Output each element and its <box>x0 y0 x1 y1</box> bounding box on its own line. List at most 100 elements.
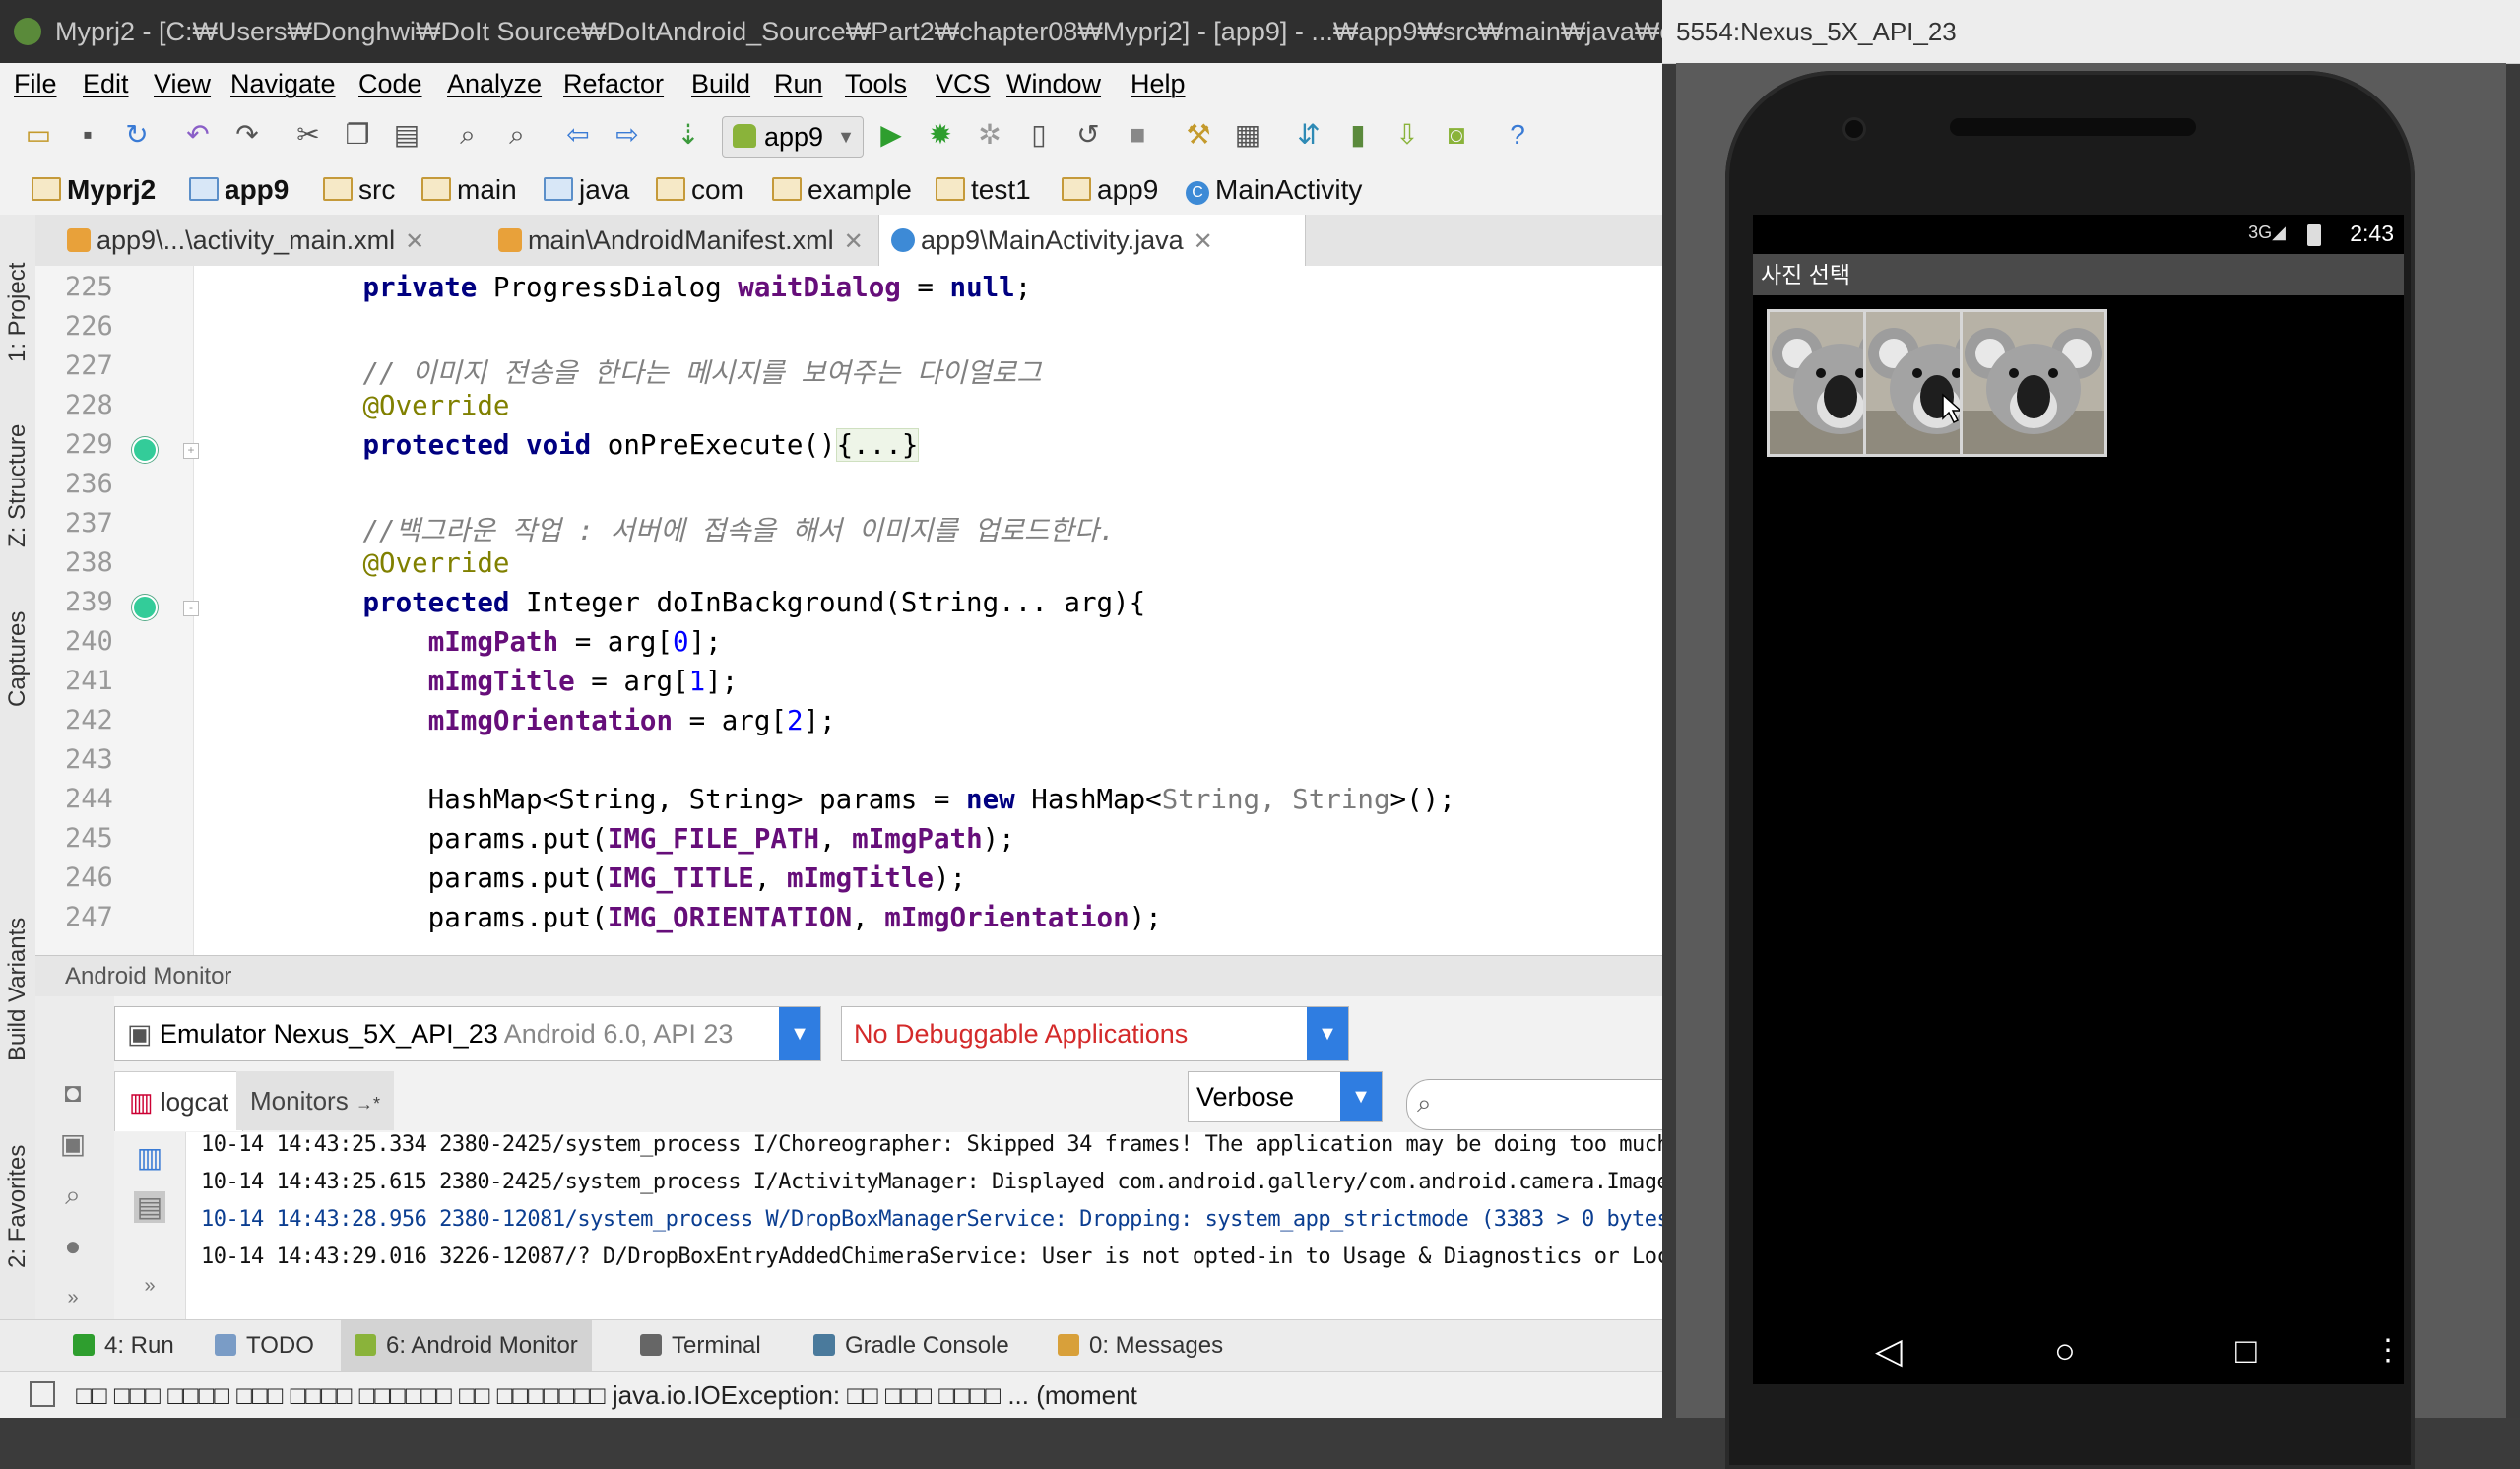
recents-icon[interactable]: □ <box>2235 1331 2257 1371</box>
avd-manager-icon[interactable]: ▮ <box>1341 118 1375 152</box>
terminate-app-icon[interactable]: ● <box>57 1231 89 1262</box>
menu-help[interactable]: Help <box>1131 69 1186 99</box>
breadcrumb-com[interactable]: com <box>656 174 743 206</box>
close-icon[interactable]: ✕ <box>1194 228 1213 255</box>
breadcrumb-src[interactable]: src <box>323 174 395 206</box>
apply-changes-icon[interactable]: ↺ <box>1071 118 1105 152</box>
open-folder-icon[interactable]: ▭ <box>22 118 55 152</box>
make-project-icon[interactable]: ⇣ <box>672 118 705 152</box>
sync-icon[interactable]: ↻ <box>120 118 154 152</box>
breadcrumb-class[interactable]: C MainActivity <box>1186 174 1362 206</box>
tool-windows-icon[interactable] <box>30 1381 55 1407</box>
emulator-window: 5554:Nexus_5X_API_23 3G◢ 2:43 사진 선택 ◁ ○ … <box>1662 0 2520 1469</box>
screen-record-icon[interactable]: ▣ <box>57 1128 89 1160</box>
breadcrumb-app9[interactable]: app9 <box>1062 174 1158 206</box>
breadcrumb-test1[interactable]: test1 <box>936 174 1031 206</box>
code-line: @Override <box>362 390 510 421</box>
breadcrumb-java[interactable]: java <box>544 174 629 206</box>
breadcrumb-example[interactable]: example <box>772 174 912 206</box>
copy-icon[interactable]: ❐ <box>341 118 374 152</box>
close-icon[interactable]: ✕ <box>405 228 424 255</box>
menu-build[interactable]: Build <box>691 69 750 99</box>
save-icon[interactable]: ▪ <box>71 118 104 152</box>
gradle-sync-icon[interactable]: ⇵ <box>1292 118 1325 152</box>
menu-tools[interactable]: Tools <box>845 69 907 99</box>
gradle-console-tool-button[interactable]: Gradle Console <box>800 1320 1023 1372</box>
code-line: params.put(IMG_FILE_PATH, mImgPath); <box>232 823 1015 855</box>
code-line: private ProgressDialog waitDialog = null… <box>362 272 1032 303</box>
back-icon[interactable]: ◁ <box>1875 1331 1903 1371</box>
sdk-manager-icon[interactable]: ⇩ <box>1390 118 1424 152</box>
koala-thumbnail[interactable] <box>1960 309 2107 457</box>
menu-run[interactable]: Run <box>774 69 823 99</box>
tab-android-manifest[interactable]: main\AndroidManifest.xml ✕ <box>486 215 941 266</box>
tab-main-activity-java[interactable]: app9\MainActivity.java ✕ <box>878 215 1306 266</box>
run-tool-button[interactable]: 4: Run <box>59 1320 188 1372</box>
cut-icon[interactable]: ✂ <box>291 118 325 152</box>
override-marker-icon[interactable] <box>132 595 158 620</box>
app-process-select[interactable]: No Debuggable Applications ▼ <box>841 1006 1349 1061</box>
breadcrumb-module[interactable]: app9 <box>189 174 289 206</box>
tab-logcat[interactable]: ▥ logcat <box>114 1071 244 1131</box>
forward-icon[interactable]: ⇨ <box>611 118 644 152</box>
menu-edit[interactable]: Edit <box>83 69 129 99</box>
todo-tool-button[interactable]: TODO <box>201 1320 328 1372</box>
attach-debugger-icon[interactable]: ✲ <box>973 118 1006 152</box>
log-level-select[interactable]: Verbose ▼ <box>1188 1071 1383 1122</box>
device-select[interactable]: ▣ Emulator Nexus_5X_API_23 Android 6.0, … <box>114 1006 821 1061</box>
menu-window[interactable]: Window <box>1006 69 1101 99</box>
menu-file[interactable]: File <box>14 69 57 99</box>
overflow-menu-icon[interactable]: ⋮ <box>2373 1331 2403 1371</box>
menu-analyze[interactable]: Analyze <box>447 69 542 99</box>
project-structure-icon[interactable]: ⚒ <box>1182 118 1215 152</box>
tab-monitors[interactable]: Monitors →* <box>236 1071 394 1130</box>
menu-code[interactable]: Code <box>358 69 422 99</box>
logcat-search-input[interactable]: ⌕ <box>1406 1079 1662 1130</box>
home-icon[interactable]: ○ <box>2054 1331 2076 1371</box>
run-icon[interactable]: ▶ <box>874 118 908 152</box>
stop-icon[interactable]: ■ <box>1121 118 1154 152</box>
project-tool-tab[interactable]: 1: Project <box>4 263 32 362</box>
breadcrumb-project[interactable]: Myprj2 <box>32 174 156 206</box>
android-monitor-tool-button[interactable]: 6: Android Monitor <box>341 1320 592 1372</box>
breadcrumb-main[interactable]: main <box>421 174 517 206</box>
menu-view[interactable]: View <box>154 69 211 99</box>
close-icon[interactable]: ✕ <box>844 228 864 255</box>
back-icon[interactable]: ⇦ <box>561 118 595 152</box>
find-icon[interactable]: ⌕ <box>451 118 485 152</box>
override-marker-icon[interactable] <box>132 437 158 463</box>
android-device-monitor-icon[interactable]: ◙ <box>1440 118 1473 152</box>
paste-icon[interactable]: ▤ <box>390 118 423 152</box>
phone-screen[interactable]: 3G◢ 2:43 사진 선택 ◁ ○ □ ⋮ <box>1753 215 2404 1384</box>
messages-tool-button[interactable]: 0: Messages <box>1044 1320 1237 1372</box>
menu-navigate[interactable]: Navigate <box>230 69 336 99</box>
fold-collapse-icon[interactable]: - <box>183 601 199 616</box>
more-icon[interactable]: » <box>134 1270 165 1302</box>
debug-icon[interactable]: ✹ <box>924 118 957 152</box>
profile-icon[interactable]: ▯ <box>1022 118 1056 152</box>
clear-log-icon[interactable]: ▥ <box>134 1142 165 1174</box>
tab-activity-main-xml[interactable]: app9\...\activity_main.xml ✕ <box>55 215 510 266</box>
layout-editor-icon[interactable]: ▦ <box>1231 118 1264 152</box>
structure-tool-tab[interactable]: Z: Structure <box>4 424 32 547</box>
fold-expand-icon[interactable]: + <box>183 443 199 459</box>
build-variants-tool-tab[interactable]: Build Variants <box>4 918 32 1061</box>
device-name: Emulator Nexus_5X_API_23 <box>160 1019 498 1049</box>
replace-icon[interactable]: ⌕ <box>500 118 534 152</box>
system-info-icon[interactable]: ⌕ <box>57 1180 89 1211</box>
help-icon[interactable]: ? <box>1501 118 1534 152</box>
undo-icon[interactable]: ↶ <box>181 118 215 152</box>
code-line: //백그라운 작업 : 서버에 접속을 해서 이미지를 업로드한다. <box>362 515 1116 546</box>
screen-capture-icon[interactable]: ◘ <box>57 1077 89 1109</box>
terminal-tool-button[interactable]: Terminal <box>626 1320 775 1372</box>
menu-vcs[interactable]: VCS <box>936 69 991 99</box>
logcat-output[interactable]: ▥ ▤ » 10-14 14:43:25.334 2380-2425/syste… <box>114 1132 1662 1319</box>
captures-tool-tab[interactable]: Captures <box>4 611 32 707</box>
favorites-tool-tab[interactable]: 2: Favorites <box>4 1145 32 1268</box>
run-configuration-select[interactable]: app9 ▼ <box>722 116 864 158</box>
more-icon[interactable]: » <box>57 1282 89 1313</box>
scroll-to-end-icon[interactable]: ▤ <box>134 1191 165 1223</box>
redo-icon[interactable]: ↷ <box>230 118 264 152</box>
menu-refactor[interactable]: Refactor <box>563 69 664 99</box>
code-editor[interactable]: 225 226 227 228 229 236 237 238 239 240 … <box>35 266 1662 955</box>
